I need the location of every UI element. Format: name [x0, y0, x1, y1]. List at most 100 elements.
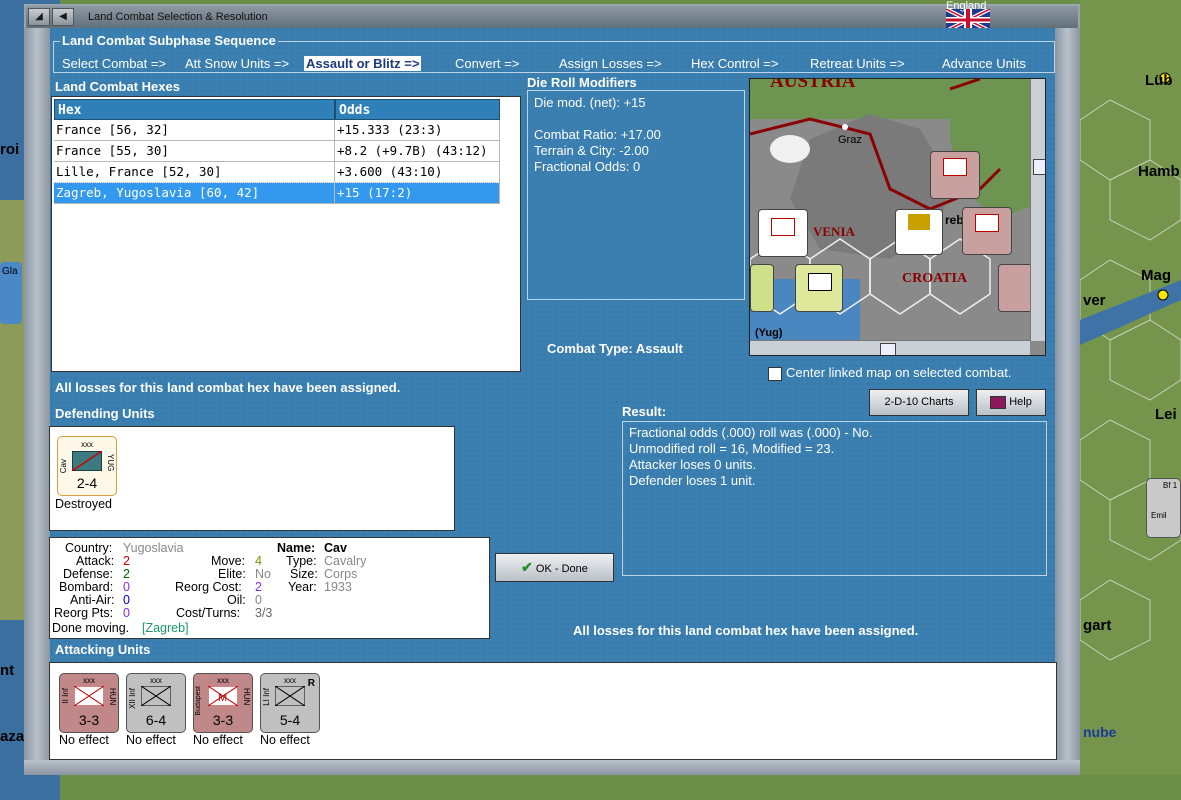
map-unit-counter[interactable]	[795, 264, 843, 312]
map-unit-counter[interactable]	[930, 151, 980, 199]
flag-label: England	[946, 0, 987, 12]
map-unit-counter[interactable]	[962, 207, 1012, 255]
losses-assigned-message: All losses for this land combat hex have…	[55, 380, 401, 395]
seq-step-select-combat[interactable]: Select Combat =>	[62, 56, 166, 71]
combat-hexes-table: Hex Odds France [56, 32] +15.333 (23:3) …	[51, 96, 521, 372]
map-unit-counter-selected[interactable]	[895, 209, 943, 255]
2d10-charts-button[interactable]: 2-D-10 Charts	[869, 389, 969, 416]
window-back-button[interactable]: ◀	[52, 8, 74, 26]
info-oil: 0	[255, 593, 262, 607]
seq-step-retreat-units[interactable]: Retreat Units =>	[810, 56, 905, 71]
combat-type: Combat Type: Assault	[547, 341, 683, 356]
mountain-icon	[808, 273, 832, 291]
die-roll-title: Die Roll Modifiers	[527, 75, 637, 90]
seq-step-convert[interactable]: Convert =>	[455, 56, 519, 71]
map-label-slovenia: VENIA	[813, 224, 855, 239]
center-linked-label: Center linked map on selected combat.	[786, 365, 1012, 380]
die-roll-panel: Die mod. (net): +15 Combat Ratio: +17.00…	[527, 90, 745, 300]
hex-cell: France [55, 30]	[54, 141, 335, 162]
hexes-title: Land Combat Hexes	[55, 79, 180, 94]
bg-air-unit-counter[interactable]: Bf 1 Emil	[1146, 478, 1181, 538]
attacking-unit-counter[interactable]: xxx XII Inf 6-4	[126, 673, 186, 733]
bg-river-label: nube	[1083, 724, 1117, 740]
seq-step-advance-units[interactable]: Advance Units	[942, 56, 1026, 71]
hex-cell: Zagreb, Yugoslavia [60, 42]	[54, 183, 335, 204]
odds-cell: +15.333 (23:3)	[335, 120, 500, 141]
vscroll-thumb[interactable]	[1033, 159, 1045, 175]
map-label-yug: (Yug)	[755, 327, 783, 339]
info-elite: No	[255, 567, 271, 581]
window-left-frame	[24, 28, 50, 775]
info-bombard: 0	[123, 580, 130, 594]
terrain-city: Terrain & City: -2.00	[534, 143, 649, 158]
result-line: Attacker loses 0 units.	[629, 457, 757, 472]
bg-city-label: roi	[0, 141, 20, 158]
result-panel: Fractional odds (.000) roll was (.000) -…	[622, 421, 1047, 576]
attacking-unit-status: No effect	[59, 733, 109, 747]
window-title: Land Combat Selection & Resolution	[88, 11, 268, 23]
result-line: Unmodified roll = 16, Modified = 23.	[629, 441, 835, 456]
bg-city-label: Lei	[1155, 406, 1177, 423]
table-row-selected[interactable]: Zagreb, Yugoslavia [60, 42] +15 (17:2)	[53, 182, 501, 205]
title-bar[interactable]: ◢ ◀ Land Combat Selection & Resolution E…	[26, 0, 1078, 33]
combat-sequence-bar: Land Combat Subphase Sequence Select Com…	[53, 33, 1055, 73]
table-row[interactable]: Lille, France [52, 30] +3.600 (43:10)	[54, 162, 500, 183]
result-title: Result:	[622, 404, 667, 419]
attacking-unit-counter[interactable]: xxx Budapest HUN M 3-3	[193, 673, 253, 733]
map-unit-counter[interactable]	[750, 264, 774, 312]
info-cost-turns: 3/3	[255, 606, 273, 620]
ok-done-button[interactable]: ✔ OK - Done	[495, 553, 614, 582]
defending-unit-status: Destroyed	[55, 497, 112, 511]
infantry-icon	[141, 686, 171, 706]
table-row[interactable]: France [55, 30] +8.2 (+9.7B) (43:12)	[54, 141, 500, 162]
ok-done-label: OK - Done	[535, 563, 588, 575]
table-row[interactable]: France [56, 32] +15.333 (23:3)	[54, 120, 500, 141]
info-done-location: [Zagreb]	[142, 621, 189, 635]
minimap-hscroll[interactable]	[750, 340, 1030, 355]
die-mod-net: Die mod. (net): +15	[534, 95, 646, 110]
info-reorg-pts: 0	[123, 606, 130, 620]
bg-city-label: Lüb	[1145, 72, 1173, 89]
seq-step-hex-control[interactable]: Hex Control =>	[691, 56, 778, 71]
attacking-unit-counter[interactable]: xxx LI Inf R 5-4	[260, 673, 320, 733]
infantry-icon	[943, 158, 967, 176]
linked-minimap[interactable]: AUSTRIA Graz VENIA CROATIA (Yug) reb	[749, 78, 1046, 356]
info-defense: 2	[123, 567, 130, 581]
seq-step-assign-losses[interactable]: Assign Losses =>	[559, 56, 662, 71]
attacking-unit-status: No effect	[126, 733, 176, 747]
infantry-icon	[771, 218, 795, 236]
infantry-icon	[975, 214, 999, 232]
mountain-infantry-icon: M	[208, 686, 238, 706]
odds-cell: +3.600 (43:10)	[335, 162, 500, 183]
infantry-icon	[275, 686, 305, 706]
bg-city-label: Mag	[1141, 267, 1171, 284]
col-header-odds[interactable]: Odds	[335, 99, 500, 120]
center-linked-checkbox[interactable]	[768, 367, 782, 381]
bg-city-label: gart	[1083, 617, 1112, 634]
defending-unit-counter[interactable]: xxx Cav YUG 2-4	[57, 436, 117, 496]
infantry-icon	[74, 686, 104, 706]
checkmark-icon: ✔	[521, 559, 533, 575]
bg-unit-counter[interactable]: Gla	[0, 262, 22, 324]
hscroll-thumb[interactable]	[880, 343, 896, 355]
odds-cell: +15 (17:2)	[335, 183, 500, 204]
attacking-unit-counter[interactable]: xxx II Inf HUN 3-3	[59, 673, 119, 733]
attacking-unit-status: No effect	[193, 733, 243, 747]
map-unit-counter[interactable]	[758, 209, 808, 257]
window-menu-button[interactable]: ◢	[28, 8, 50, 26]
map-unit-counter[interactable]	[998, 264, 1034, 312]
info-type: Cavalry	[324, 554, 367, 568]
info-move: 4	[255, 554, 262, 568]
minimap-vscroll[interactable]	[1030, 79, 1045, 341]
info-size: Corps	[324, 567, 358, 581]
help-button[interactable]: Help	[976, 389, 1046, 416]
col-header-hex[interactable]: Hex	[54, 99, 335, 120]
unit-info-panel: Country: Yugoslavia Attack: 2 Defense: 2…	[49, 537, 490, 639]
info-reorg-cost: 2	[255, 580, 262, 594]
seq-step-assault-or-blitz[interactable]: Assault or Blitz =>	[304, 56, 422, 71]
info-country: Yugoslavia	[123, 541, 184, 555]
losses-assigned-message-2: All losses for this land combat hex have…	[573, 623, 919, 638]
seq-step-att-snow-units[interactable]: Att Snow Units =>	[185, 56, 289, 71]
info-antiair: 0	[123, 593, 130, 607]
odds-cell: +8.2 (+9.7B) (43:12)	[335, 141, 500, 162]
